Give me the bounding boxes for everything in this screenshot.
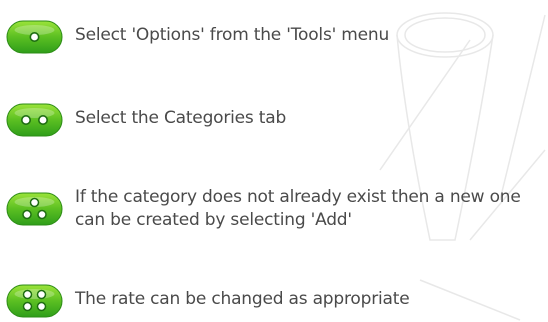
step-3-text: If the category does not already exist t… — [75, 187, 521, 230]
four-dot-button-icon — [6, 284, 63, 318]
step-3: If the category does not already exist t… — [6, 186, 525, 232]
two-dot-button-icon — [6, 103, 63, 137]
step-1-text: Select 'Options' from the 'Tools' menu — [75, 25, 390, 45]
three-dot-button-icon — [6, 192, 63, 226]
one-dot-button-icon — [6, 20, 63, 54]
step-2-text: Select the Categories tab — [75, 108, 287, 128]
step-2: Select the Categories tab — [6, 103, 525, 137]
instruction-steps: Select 'Options' from the 'Tools' menu S… — [0, 0, 548, 322]
step-4: The rate can be changed as appropriate — [6, 284, 525, 318]
step-4-text: The rate can be changed as appropriate — [75, 289, 410, 309]
step-1: Select 'Options' from the 'Tools' menu — [6, 20, 525, 54]
